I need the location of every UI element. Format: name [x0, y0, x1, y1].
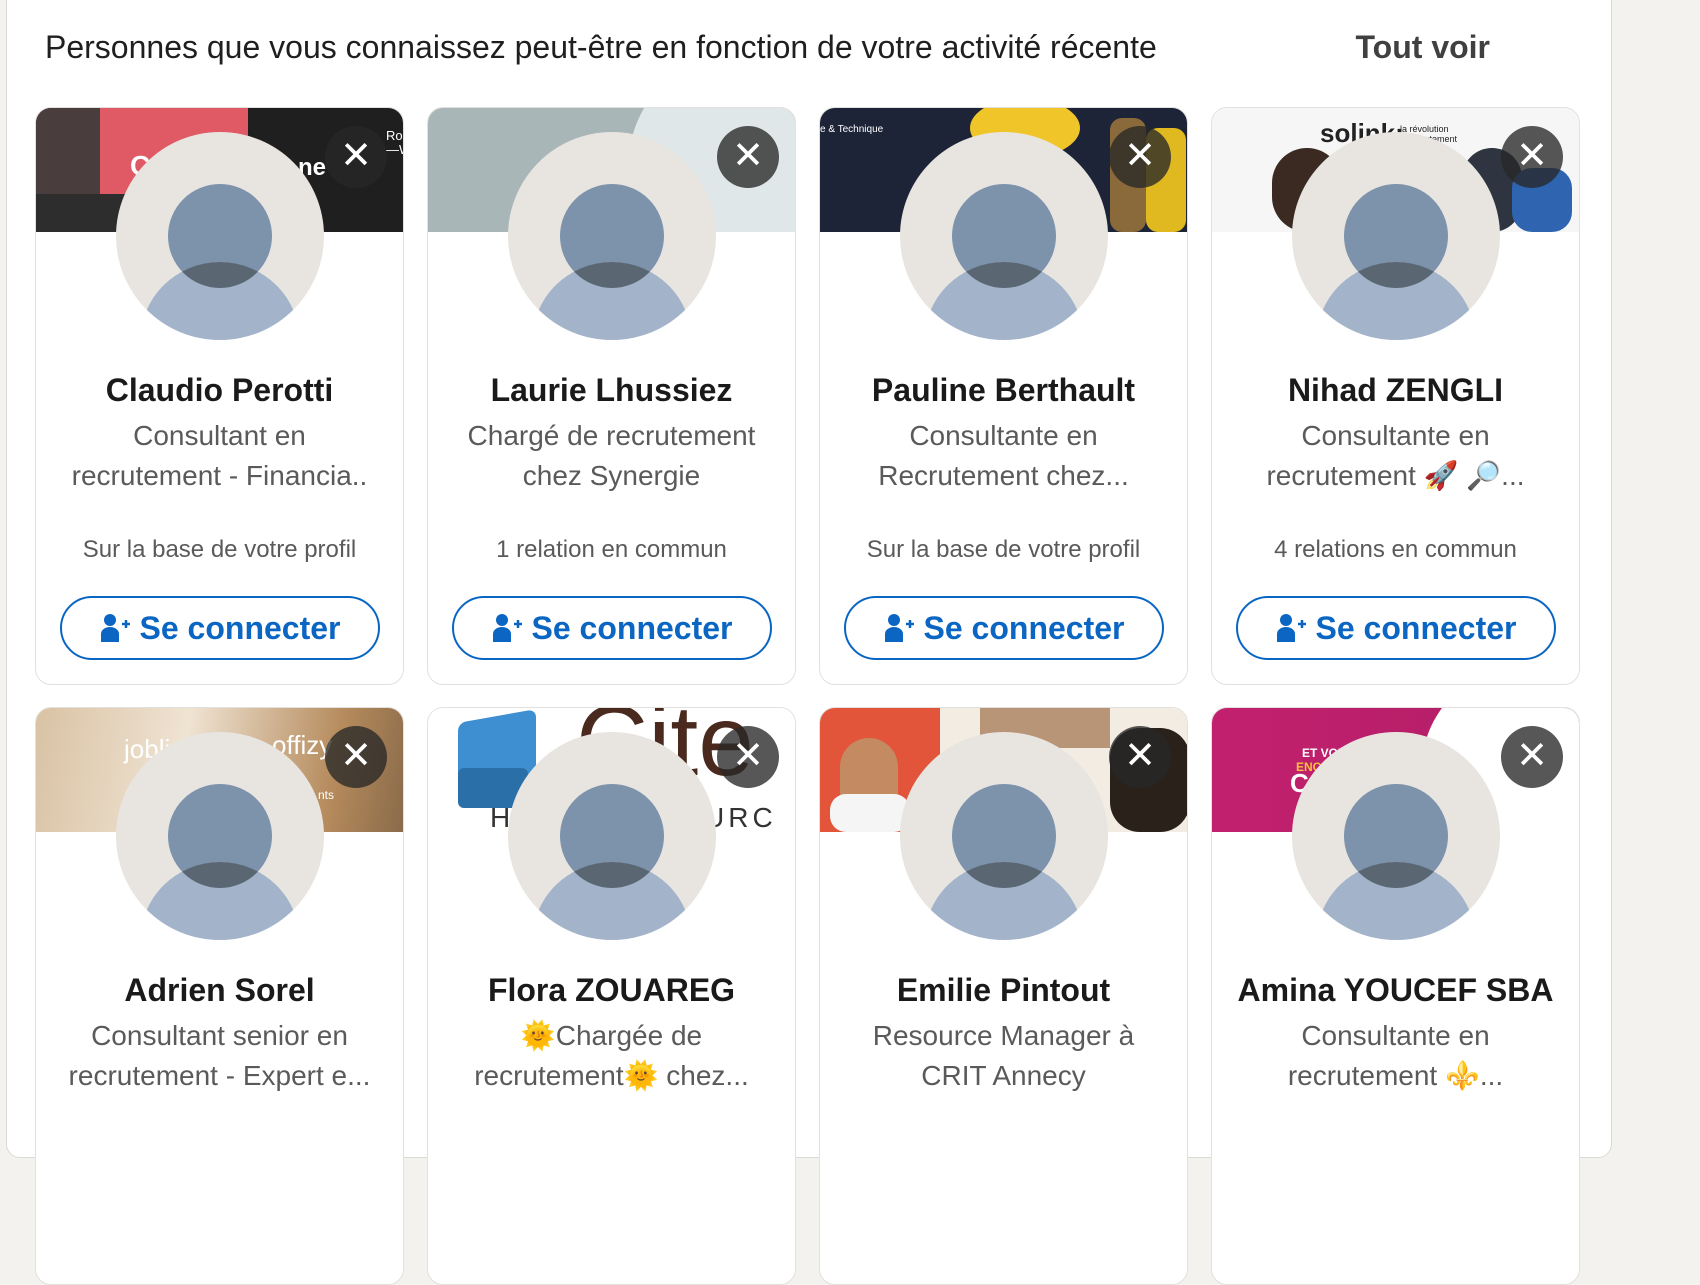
banner-text: nts — [318, 788, 335, 802]
avatar[interactable] — [116, 732, 324, 940]
person-name[interactable]: Pauline Berthault — [820, 372, 1187, 409]
connect-button[interactable]: Se connecter — [452, 596, 772, 660]
person-add-icon — [1276, 612, 1306, 644]
banner-text: e & Technique — [820, 124, 884, 135]
person-add-icon — [100, 612, 130, 644]
person-card[interactable]: ✕ Emilie Pintout Resource Manager à CRIT … — [819, 707, 1188, 1285]
person-headline: Resource Manager à CRIT Annecy — [872, 1020, 1135, 1091]
connection-insight: 4 relations en commun — [1274, 536, 1517, 563]
person-card[interactable]: e & Technique ✕ Pauline Berthault Consul… — [819, 107, 1188, 685]
connection-insight: 1 relation en commun — [496, 536, 727, 563]
person-name[interactable]: Adrien Sorel — [36, 972, 403, 1009]
connect-button[interactable]: Se connecter — [844, 596, 1164, 660]
people-you-may-know-panel: Personnes que vous connaissez peut-être … — [6, 0, 1612, 1285]
avatar[interactable] — [900, 132, 1108, 340]
person-headline: Consultant en recrutement - Financia.. — [71, 420, 368, 491]
dismiss-close-icon[interactable]: ✕ — [717, 726, 779, 788]
dismiss-close-icon[interactable]: ✕ — [1109, 726, 1171, 788]
connect-label: Se connecter — [1315, 609, 1517, 646]
dismiss-close-icon[interactable]: ✕ — [1109, 126, 1171, 188]
person-headline: Consultante en Recrutement chez... — [878, 420, 1129, 491]
person-card[interactable]: Cite H URC ✕ Flora ZOUAREG 🌞Chargée dere… — [427, 707, 796, 1285]
person-card[interactable]: ✕ Laurie Lhussiez Chargé de recrutement c… — [427, 107, 796, 685]
person-headline: Consultante en recrutement ⚜️... — [1287, 1020, 1504, 1091]
person-name[interactable]: Amina YOUCEF SBA — [1212, 972, 1579, 1009]
dismiss-close-icon[interactable]: ✕ — [325, 126, 387, 188]
banner-text: Rob — [386, 128, 403, 143]
connect-button[interactable]: Se connecter — [1236, 596, 1556, 660]
person-name[interactable]: Emilie Pintout — [820, 972, 1187, 1009]
person-name[interactable]: Flora ZOUAREG — [428, 972, 795, 1009]
person-headline: 🌞Chargée de recrutement🌞 chez... — [474, 1020, 749, 1091]
connect-label: Se connecter — [531, 609, 733, 646]
connect-button[interactable]: Se connecter — [60, 596, 380, 660]
person-name[interactable]: Claudio Perotti — [36, 372, 403, 409]
person-add-icon — [884, 612, 914, 644]
connection-insight: Sur la base de votre profil — [82, 536, 357, 563]
connect-label: Se connecter — [139, 609, 341, 646]
person-headline: Chargé de recrutement chez Synergie — [467, 420, 756, 491]
avatar[interactable] — [508, 132, 716, 340]
connection-insight: Sur la base de votre profil — [866, 536, 1141, 563]
avatar[interactable] — [116, 132, 324, 340]
banner-text: —W — [386, 142, 403, 157]
person-name[interactable]: Nihad ZENGLI — [1212, 372, 1579, 409]
dismiss-close-icon[interactable]: ✕ — [1501, 726, 1563, 788]
person-card[interactable]: C ne e. Rob —W ✕ Claudio Perotti Consult… — [35, 107, 404, 685]
connect-label: Se connecter — [923, 609, 1125, 646]
person-headline: Consultant senior en recrutement - Expert… — [68, 1020, 371, 1091]
person-name[interactable]: Laurie Lhussiez — [428, 372, 795, 409]
dismiss-close-icon[interactable]: ✕ — [717, 126, 779, 188]
person-headline: Consultante en recrutement 🚀 🔎... — [1266, 420, 1525, 491]
person-card[interactable]: solink: la révolution ...utement ✕ Nihad… — [1211, 107, 1580, 685]
see-all-link[interactable]: Tout voir — [1356, 29, 1491, 66]
section-title: Personnes que vous connaissez peut-être … — [45, 29, 1157, 65]
person-card[interactable]: ET VOU ENCOR C ✕ Amina YOUCEF SBA Consul… — [1211, 707, 1580, 1285]
avatar[interactable] — [900, 732, 1108, 940]
avatar[interactable] — [1292, 132, 1500, 340]
avatar[interactable] — [508, 732, 716, 940]
dismiss-close-icon[interactable]: ✕ — [325, 726, 387, 788]
avatar[interactable] — [1292, 732, 1500, 940]
dismiss-close-icon[interactable]: ✕ — [1501, 126, 1563, 188]
person-card[interactable]: jobli offizy nts ✕ Adrien Sorel Consulta… — [35, 707, 404, 1285]
person-add-icon — [492, 612, 522, 644]
